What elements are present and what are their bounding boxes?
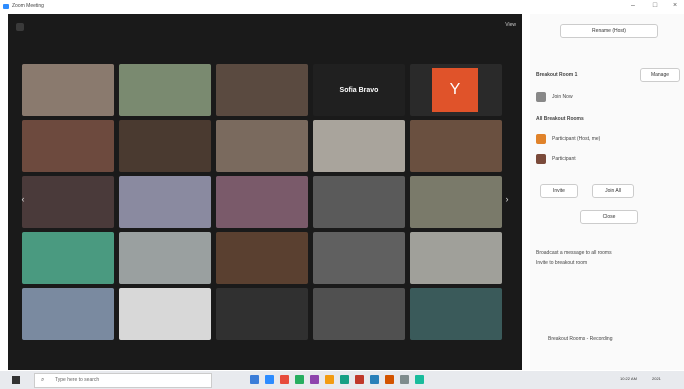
taskbar-app-icon[interactable] [325, 375, 334, 384]
video-tile[interactable] [216, 232, 308, 284]
taskbar-app-icon[interactable] [355, 375, 364, 384]
taskbar-app-icon[interactable] [385, 375, 394, 384]
search-icon: ⌕ [41, 377, 45, 383]
join-all-button[interactable]: Join All [592, 184, 634, 198]
search-box[interactable]: ⌕ Type here to search [34, 373, 212, 388]
video-tile[interactable] [410, 176, 502, 228]
invite-button[interactable]: Invite [540, 184, 578, 198]
participant-name: Sofia Bravo [339, 86, 379, 94]
avatar [536, 92, 546, 102]
taskbar-app-icon[interactable] [250, 375, 259, 384]
avatar [536, 154, 546, 164]
video-tile[interactable]: Sofia Bravo [313, 64, 405, 116]
video-tile[interactable] [119, 64, 211, 116]
video-tile[interactable] [119, 120, 211, 172]
meeting-view: View Sofia Bravo Y ‹ › [8, 14, 522, 370]
taskbar-app-icon[interactable] [370, 375, 379, 384]
avatar: Y [432, 68, 478, 112]
section-title: Breakout Room 1 [536, 72, 578, 78]
search-placeholder: Type here to search [55, 377, 100, 383]
taskbar-app-icon[interactable] [280, 375, 289, 384]
taskbar-app-icon[interactable] [295, 375, 304, 384]
manage-button[interactable]: Manage [640, 68, 680, 82]
window-title: Zoom Meeting [12, 3, 44, 9]
video-tile[interactable] [216, 64, 308, 116]
video-tile[interactable] [313, 288, 405, 340]
video-tile[interactable] [119, 176, 211, 228]
video-tile[interactable] [22, 288, 114, 340]
meeting-topbar: View [8, 14, 522, 42]
video-tile[interactable] [313, 120, 405, 172]
taskbar-app-icon[interactable] [400, 375, 409, 384]
maximize-icon[interactable]: □ [648, 2, 662, 9]
video-tile[interactable] [313, 176, 405, 228]
message-1: Broadcast a message to all rooms [536, 250, 612, 256]
video-tile[interactable] [410, 120, 502, 172]
zoom-app-icon [3, 4, 9, 9]
shield-icon[interactable] [16, 23, 24, 31]
video-tile[interactable] [313, 232, 405, 284]
video-tile[interactable] [22, 232, 114, 284]
clock-time: 10:22 AM [620, 376, 637, 381]
message-2: Invite to breakout room [536, 260, 588, 266]
video-tile[interactable]: Y [410, 64, 502, 116]
video-tile[interactable] [216, 120, 308, 172]
participant-1[interactable]: Participant (Host, me) [552, 136, 600, 142]
video-tile[interactable] [216, 176, 308, 228]
view-button[interactable]: View [505, 22, 516, 28]
video-tile[interactable] [119, 232, 211, 284]
breakout-panel: Rename (Host) Breakout Room 1 Manage Joi… [530, 14, 684, 370]
taskbar-app-icon[interactable] [340, 375, 349, 384]
close-icon[interactable]: × [668, 2, 682, 9]
video-tile[interactable] [410, 288, 502, 340]
taskbar-app-icon[interactable] [310, 375, 319, 384]
bottom-text: Breakout Rooms - Recording [548, 336, 613, 342]
rename-button[interactable]: Rename (Host) [560, 24, 658, 38]
taskbar-app-icon[interactable] [265, 375, 274, 384]
title-bar: Zoom Meeting – □ × [0, 0, 684, 14]
taskbar: ⌕ Type here to search 10:22 AM 2021 [0, 371, 684, 389]
participant-2[interactable]: Participant [552, 156, 576, 162]
next-page-icon[interactable]: › [502, 194, 512, 214]
clock-date: 2021 [652, 376, 661, 381]
video-tile[interactable] [216, 288, 308, 340]
rooms-title: All Breakout Rooms [536, 116, 584, 122]
prev-page-icon[interactable]: ‹ [18, 194, 28, 214]
video-tile[interactable] [119, 288, 211, 340]
video-tile[interactable] [22, 64, 114, 116]
minimize-icon[interactable]: – [626, 2, 640, 9]
windows-start-icon[interactable] [12, 376, 20, 384]
close-button[interactable]: Close [580, 210, 638, 224]
video-tile[interactable] [22, 120, 114, 172]
video-tile[interactable] [410, 232, 502, 284]
video-tile[interactable] [22, 176, 114, 228]
host-name: Join Now [552, 94, 573, 100]
taskbar-app-icon[interactable] [415, 375, 424, 384]
avatar [536, 134, 546, 144]
